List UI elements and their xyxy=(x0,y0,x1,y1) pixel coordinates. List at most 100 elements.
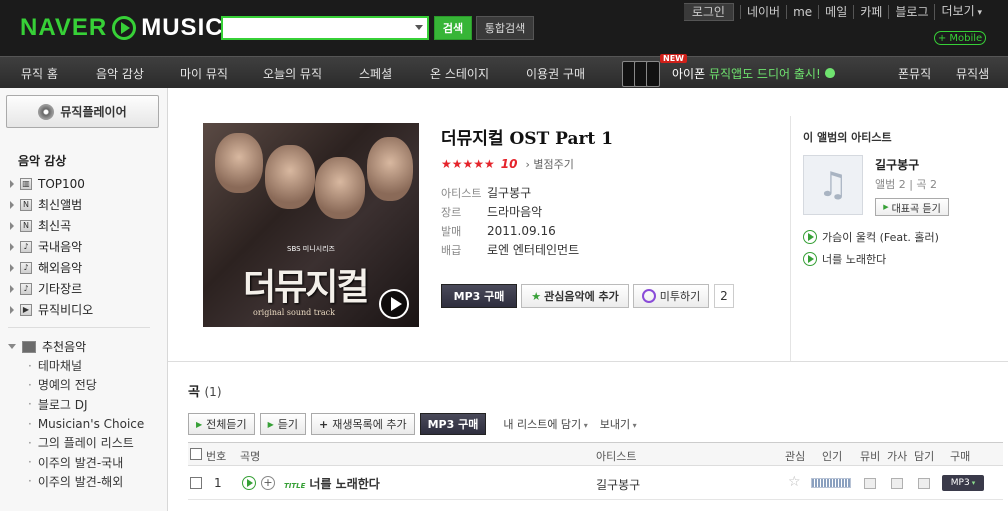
nav-phone-music[interactable]: 폰뮤직 xyxy=(898,65,931,82)
sub-item-weekly-overseas[interactable]: 이주의 발견-해외 xyxy=(28,472,144,491)
album-title: 더뮤지컬 OST Part 1 xyxy=(441,129,614,149)
sidebar-item-top100[interactable]: ▥ TOP100 xyxy=(8,173,158,194)
nav-today-music[interactable]: 오늘의 뮤직 xyxy=(263,65,322,82)
star-rating-icon: ★★★★★ xyxy=(441,157,495,171)
link-naver[interactable]: 네이버 xyxy=(739,5,786,19)
arrow-down-icon xyxy=(8,344,16,349)
me2day-icon xyxy=(641,289,656,303)
songs-title: 곡 xyxy=(188,385,200,400)
cover-person-2 xyxy=(265,145,315,209)
top-songs-button[interactable]: 대표곡 듣기 xyxy=(875,198,949,216)
sidebar-item-label: 뮤직비디오 xyxy=(38,303,94,317)
me2day-label: 미투하기 xyxy=(659,290,701,303)
sidebar-list: ▥ TOP100 N 최신앨범 N 최신곡 ♪ 국내음악 ♪ 해외음악 ♪ 기타장르 ▶ 뮤직… xyxy=(8,173,158,320)
sidebar-item-label: 국내음악 xyxy=(38,240,83,254)
chevron-down-icon[interactable] xyxy=(415,25,423,30)
songs-table-header: 번호 곡명 아티스트 관심 인기 뮤비 가사 담기 구매 xyxy=(188,442,1003,466)
play-icon[interactable] xyxy=(379,289,409,319)
add-to-list-icon[interactable] xyxy=(918,478,930,489)
link-cafe[interactable]: 카페 xyxy=(853,5,888,19)
sidebar-item-music-video[interactable]: ▶ 뮤직비디오 xyxy=(8,299,158,320)
search-input[interactable] xyxy=(223,18,409,38)
sidebar-item-new-albums[interactable]: N 최신앨범 xyxy=(8,194,158,215)
sidebar-item-overseas[interactable]: ♪ 해외음악 xyxy=(8,257,158,278)
songs-section-title: 곡 (1) xyxy=(188,381,222,400)
mp3-buy-select[interactable]: MP3 xyxy=(942,475,984,491)
songs-count: (1) xyxy=(204,385,222,399)
login-button[interactable]: 로그인 xyxy=(683,3,734,21)
sub-item-blog-dj[interactable]: 블로그 DJ xyxy=(28,395,144,414)
send-dropdown[interactable]: 보내기 xyxy=(600,416,637,432)
nav-my-music[interactable]: 마이 뮤직 xyxy=(180,65,228,82)
star-outline-icon[interactable]: ☆ xyxy=(788,474,801,490)
row-song-title[interactable]: 너를 노래한다 xyxy=(309,477,379,491)
music-player-button[interactable]: 뮤직플레이어 xyxy=(6,95,159,128)
play-button[interactable]: ▶ 듣기 xyxy=(259,413,307,435)
add-icon[interactable]: + xyxy=(261,476,275,490)
naver-music-logo[interactable]: NAVER MUSIC xyxy=(20,13,224,43)
nav-listen[interactable]: 음악 감상 xyxy=(96,65,144,82)
sub-item-musicians-choice[interactable]: Musician's Choice xyxy=(28,414,144,433)
sub-item-weekly-domestic[interactable]: 이주의 발견-국내 xyxy=(28,452,144,471)
total-search-button[interactable]: 통합검색 xyxy=(476,16,534,40)
play-icon[interactable] xyxy=(803,252,817,266)
meta-key: 장르 xyxy=(441,205,462,219)
col-title: 곡명 xyxy=(240,450,261,463)
artist-song-item[interactable]: 가슴이 울컥 (Feat. 홀러) xyxy=(803,229,939,245)
meta-artist-link[interactable]: 길구봉구 xyxy=(487,184,531,201)
add-to-playlist-button[interactable]: + 재생목록에 추가 xyxy=(311,413,415,435)
sidebar-item-domestic[interactable]: ♪ 국내음악 xyxy=(8,236,158,257)
sidebar-item-new-songs[interactable]: N 최신곡 xyxy=(8,215,158,236)
select-all-checkbox[interactable] xyxy=(190,448,202,460)
play-all-button[interactable]: ▶ 전체듣기 xyxy=(188,413,255,435)
iphone-app-promo[interactable]: NEW 아이폰 뮤직앱도 드디어 출시! xyxy=(620,54,835,89)
nav-on-stage[interactable]: 온 스테이지 xyxy=(430,65,489,82)
mv-icon[interactable] xyxy=(864,478,876,489)
play-logo-icon xyxy=(112,16,137,40)
logo-music-text: MUSIC xyxy=(141,14,224,41)
me2day-button[interactable]: 미투하기 xyxy=(633,284,709,308)
cd-icon xyxy=(38,103,55,120)
arrow-right-icon xyxy=(10,305,14,314)
arrow-right-icon xyxy=(10,263,14,272)
nav-music-home[interactable]: 뮤직 홈 xyxy=(21,65,58,82)
artist-name[interactable]: 길구봉구 xyxy=(875,156,919,173)
sub-item-theme-channel[interactable]: 테마채널 xyxy=(28,356,144,375)
sidebar-item-recommend[interactable]: 추천음악 xyxy=(8,338,86,355)
search-button[interactable]: 검색 xyxy=(434,16,472,40)
link-blog[interactable]: 블로그 xyxy=(888,5,934,19)
music-note-icon[interactable]: ♫ xyxy=(803,155,863,215)
add-favorite-button[interactable]: ★ 관심음악에 추가 xyxy=(521,284,629,308)
add-to-my-list-dropdown[interactable]: 내 리스트에 담기 xyxy=(503,416,587,432)
row-artist[interactable]: 길구봉구 xyxy=(596,476,640,493)
album-artist-panel: 이 앨범의 아티스트 ♫ 길구봉구 앨범 2 | 곡 2 대표곡 듣기 가슴이 … xyxy=(790,116,1008,361)
nav-special[interactable]: 스페셜 xyxy=(359,65,392,82)
mp3-buy-button[interactable]: MP3 구매 xyxy=(441,284,517,308)
lyrics-icon[interactable] xyxy=(891,478,903,489)
album-cover[interactable]: SBS 미니시리즈 더뮤지컬 original sound track xyxy=(203,123,419,327)
artist-panel-title: 이 앨범의 아티스트 xyxy=(803,131,892,144)
recommend-title: 추천음악 xyxy=(42,340,87,354)
mobile-button[interactable]: + Mobile xyxy=(934,31,986,45)
nav-buy-pass[interactable]: 이용권 구매 xyxy=(526,65,585,82)
artist-song-item[interactable]: 너를 노래한다 xyxy=(803,251,886,267)
cover-title-art: 더뮤지컬 xyxy=(243,266,369,308)
link-me[interactable]: me xyxy=(786,5,818,19)
sub-item-his-playlist[interactable]: 그의 플레이 리스트 xyxy=(28,433,144,452)
star-icon: ★ xyxy=(531,289,542,303)
note-icon: ♪ xyxy=(20,240,32,253)
music-player-label: 뮤직플레이어 xyxy=(60,105,127,119)
play-icon[interactable] xyxy=(242,476,256,490)
link-mail[interactable]: 메일 xyxy=(818,5,853,19)
link-more[interactable]: 더보기 xyxy=(934,4,988,20)
sidebar-item-other-genres[interactable]: ♪ 기타장르 xyxy=(8,278,158,299)
col-lyrics: 가사 xyxy=(887,450,908,463)
rate-link[interactable]: 별점주기 xyxy=(526,156,573,172)
nav-music-sam[interactable]: 뮤직샘 xyxy=(956,65,989,82)
sub-item-hall-of-fame[interactable]: 명예의 전당 xyxy=(28,375,144,394)
row-checkbox[interactable] xyxy=(190,477,202,489)
recommend-icon xyxy=(22,340,36,353)
add-playlist-label: 재생목록에 추가 xyxy=(332,418,407,431)
play-icon[interactable] xyxy=(803,230,817,244)
mp3-buy-songs-button[interactable]: MP3 구매 xyxy=(419,413,487,435)
